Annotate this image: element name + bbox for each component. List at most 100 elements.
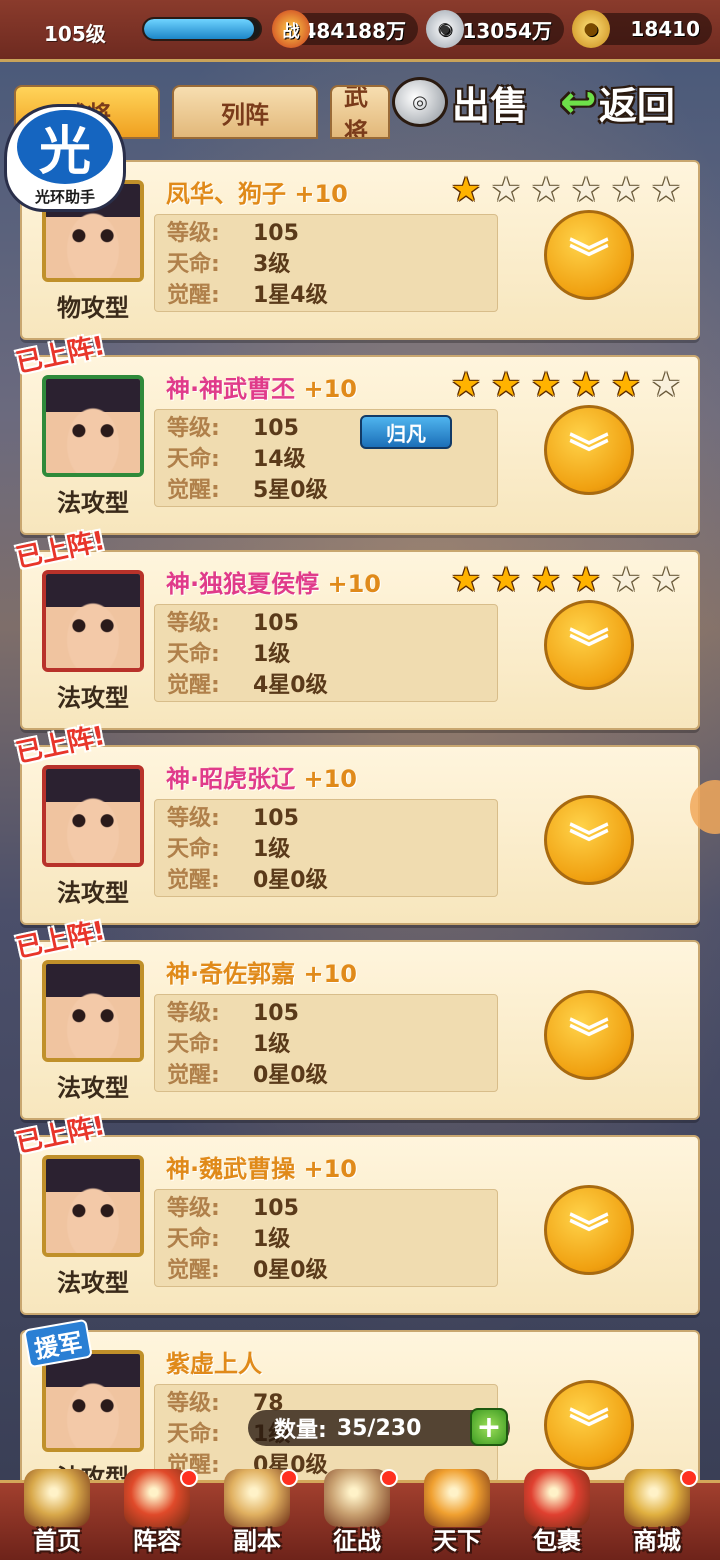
coin-display[interactable]: ◉ 13054万 [426,10,564,48]
stat-row-level: 等级: 105 [167,1194,497,1225]
power-icon: 战 [272,10,310,48]
expand-button[interactable]: ︾ [544,990,634,1080]
hero-stats: 等级: 105 天命: 1级 觉醒: 0星0级 [154,799,498,897]
expand-button[interactable]: ︾ [544,1380,634,1470]
stat-row-awaken: 觉醒: 4星0级 [167,671,497,702]
star-rating: ★ ★ ★ ★ ★ ★ [446,172,686,208]
hero-portrait[interactable] [42,1350,144,1452]
hero-stats: 等级: 105 天命: 3级 觉醒: 1星4级 [154,214,498,312]
nav-label: 首页 [33,1527,81,1555]
hero-attack-type: 法攻型 [57,1074,129,1102]
hero-card[interactable]: 法攻型 已上阵! 神·独狼夏侯惇 +10 ★ ★ ★ ★ ★ ★ 等级: 105 天命: 1级 觉醒: 4星… [14,526,700,730]
exp-bar [142,17,262,41]
nav-button-2[interactable]: 副本 [212,1469,302,1560]
expand-button[interactable]: ︾ [544,210,634,300]
stat-label: 等级: [167,611,220,636]
tab-label: 列阵 [221,100,269,129]
hero-face-image [46,1159,140,1253]
stat-label: 天命: [167,642,220,667]
stat-value: 0星0级 [253,1258,328,1283]
notification-dot [680,1469,698,1487]
stat-label: 觉醒: [167,1258,220,1283]
star-rating: ★ ★ ★ ★ ★ ★ [446,562,686,598]
stat-value: 105 [253,416,299,441]
stat-value: 105 [253,611,299,636]
nav-button-1[interactable]: 阵容 [112,1469,202,1560]
hero-card[interactable]: 法攻型 已上阵! 神·神武曹丕 +10 ★ ★ ★ ★ ★ ★ 等级: 105 天命: 14级 觉醒: 5星… [14,331,700,535]
hero-attack-type: 法攻型 [57,684,129,712]
stat-label: 天命: [167,837,220,862]
hero-enhance-level: +10 [295,960,357,988]
hero-portrait[interactable] [42,570,144,672]
expand-button[interactable]: ︾ [544,405,634,495]
hero-name-text: 神·神武曹丕 [166,375,296,403]
return-badge[interactable]: 归凡 [360,415,452,449]
star-filled-icon: ★ [450,365,482,405]
back-label: 返回 [598,83,675,128]
star-empty-icon: ★ [610,560,642,600]
nav-button-5[interactable]: 包裹 [512,1469,602,1560]
nav-icon [424,1469,490,1527]
hero-list[interactable]: 物攻型 凤华、狗子 +10 ★ ★ ★ ★ ★ ★ 等级: 105 天命: 3级 觉醒: 1星4级 ︾ 法攻型… [0,160,720,1480]
stat-value: 105 [253,806,299,831]
stat-label: 等级: [167,1001,220,1026]
hero-stats: 等级: 105 天命: 1级 觉醒: 0星0级 [154,994,498,1092]
gold-ingot-icon: ● [572,10,610,48]
hero-card[interactable]: 法攻型援军紫虚上人等级:78天命:1级觉醒:0星0级︾ [20,1318,700,1480]
star-filled-icon: ★ [570,560,602,600]
hero-portrait[interactable] [42,960,144,1062]
star-filled-icon: ★ [490,365,522,405]
nav-button-3[interactable]: 征战 [312,1469,402,1560]
coin-value: 13054万 [462,18,552,43]
hero-name: 神·昭虎张辽 +10 [166,759,357,794]
stat-value: 3级 [253,252,291,277]
stat-label: 觉醒: [167,283,220,308]
stat-value: 105 [253,1196,299,1221]
stat-label: 觉醒: [167,1063,220,1088]
hero-face-image [46,574,140,668]
nav-button-0[interactable]: 首页 [12,1469,102,1560]
hero-face-image [46,1354,140,1448]
hero-enhance-level: +10 [295,765,357,793]
hero-card[interactable]: 法攻型 已上阵! 神·魏武曹操 +10 等级: 105 天命: 1级 觉醒: 0星0级 ︾ [14,1111,700,1315]
hero-card[interactable]: 法攻型 已上阵! 神·奇佐郭嘉 +10 等级: 105 天命: 1级 觉醒: 0星0级 ︾ [14,916,700,1120]
sell-button[interactable]: ◎ 出售 [392,74,528,130]
count-label: 数量: [274,1418,327,1443]
hero-name-text: 神·奇佐郭嘉 [166,960,296,988]
stat-row-level: 等级: 105 [167,999,497,1030]
nav-button-6[interactable]: 商城 [612,1469,702,1560]
tab-formation[interactable]: 列阵 [172,85,318,139]
sell-label: 出售 [452,83,529,128]
star-filled-icon: ★ [530,560,562,600]
back-button[interactable]: ↩ 返回 [560,74,675,130]
stat-value: 0星0级 [253,1063,328,1088]
expand-capacity-button[interactable]: + [470,1408,508,1446]
star-filled-icon: ★ [490,560,522,600]
hero-attack-type: 法攻型 [57,489,129,517]
hero-name: 神·奇佐郭嘉 +10 [166,954,357,989]
star-empty-icon: ★ [650,365,682,405]
stat-value: 1星4级 [253,283,328,308]
tab-generals-2[interactable]: 武将 [330,85,390,139]
gold-display[interactable]: ● 18410 [572,10,712,48]
notification-dot [180,1469,198,1487]
helper-app-badge[interactable]: 光 光环助手 [4,104,126,212]
notification-dot [280,1469,298,1487]
hero-name-text: 神·魏武曹操 [166,1155,296,1183]
stat-value: 14级 [253,447,306,472]
hero-portrait[interactable] [42,1155,144,1257]
expand-button[interactable]: ︾ [544,795,634,885]
stat-value: 4星0级 [253,673,328,698]
hero-portrait[interactable] [42,375,144,477]
nav-button-4[interactable]: 天下 [412,1469,502,1560]
top-status-bar: 105级 战 484188万 ◉ 13054万 ● 18410 [0,0,720,62]
hero-portrait[interactable] [42,765,144,867]
expand-button[interactable]: ︾ [544,1185,634,1275]
player-level: 105级 [44,22,106,46]
hero-card[interactable]: 法攻型 已上阵! 神·昭虎张辽 +10 等级: 105 天命: 1级 觉醒: 0星0级 ︾ [14,721,700,925]
expand-button[interactable]: ︾ [544,600,634,690]
stat-label: 觉醒: [167,673,220,698]
hero-name: 凤华、狗子 +10 [166,174,348,209]
stat-label: 等级: [167,416,220,441]
stat-value: 105 [253,1001,299,1026]
